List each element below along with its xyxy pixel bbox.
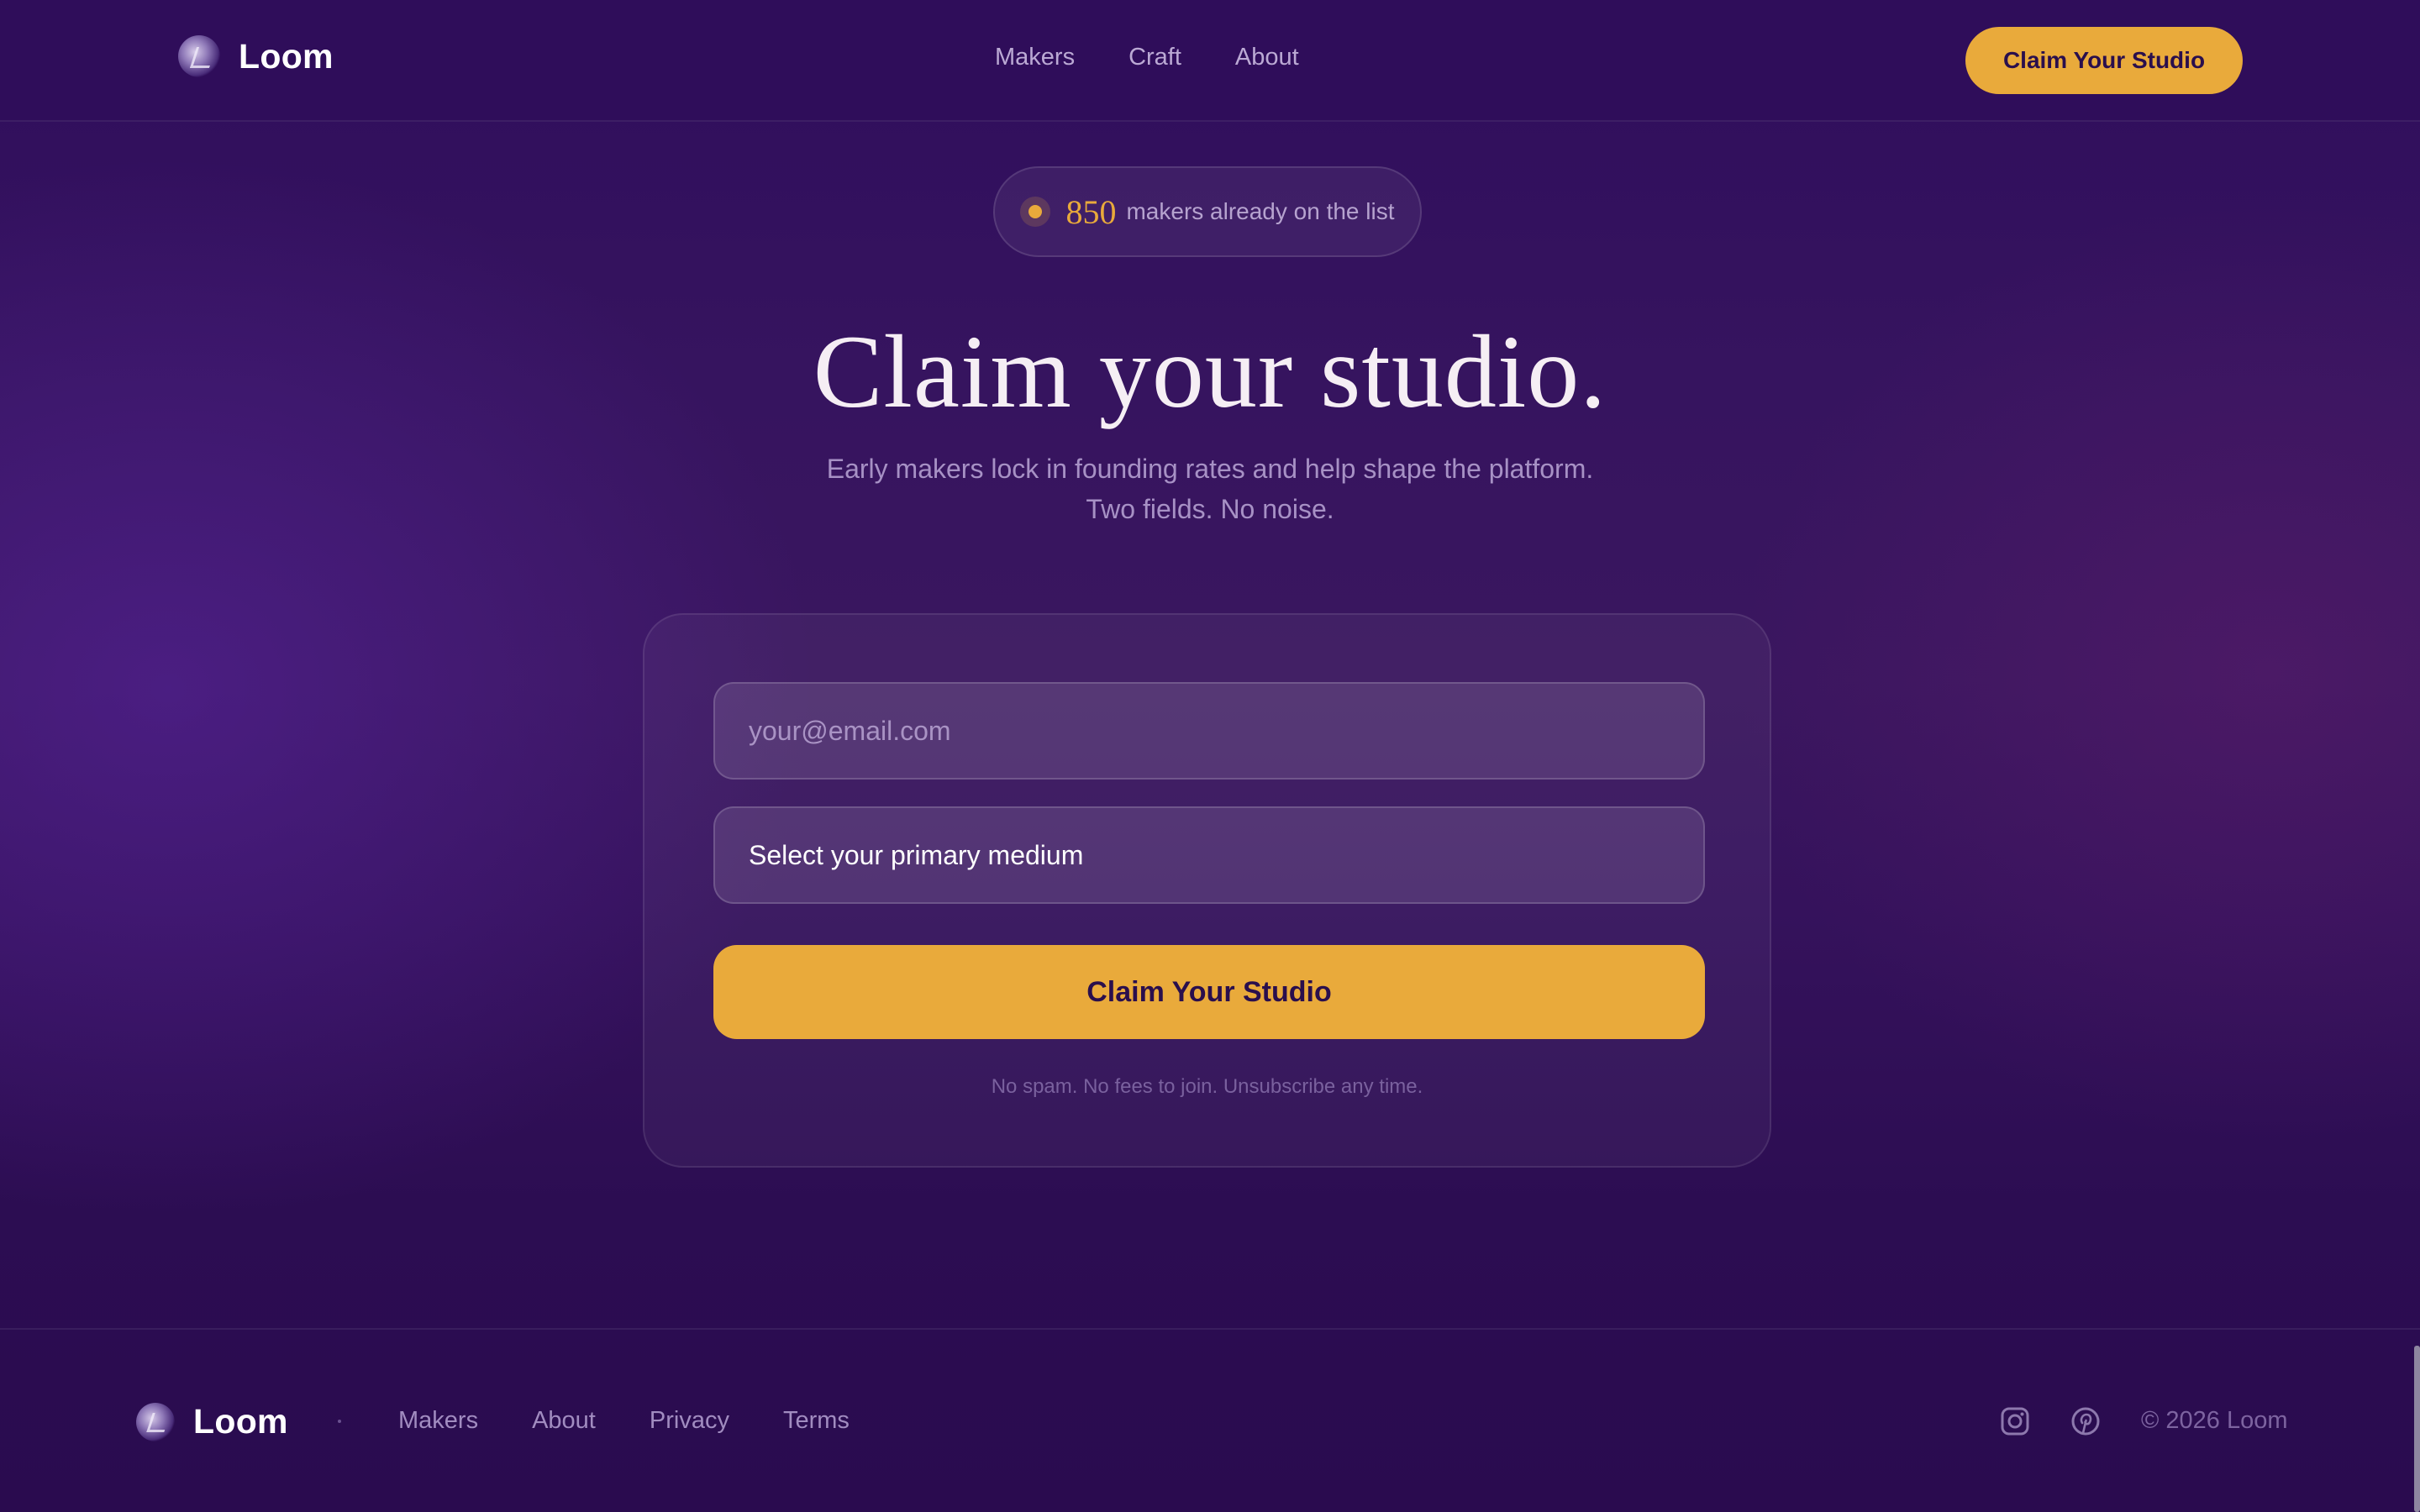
footer-link-privacy[interactable]: Privacy (650, 1407, 729, 1435)
claim-studio-submit-button[interactable]: Claim Your Studio (713, 945, 1705, 1039)
hero-subtitle-line2: Two fields. No noise. (1086, 494, 1334, 524)
site-footer: Loom Makers About Privacy Terms © 2026 L… (0, 1328, 2420, 1512)
site-header: Loom Makers Craft About Claim Your Studi… (0, 0, 2420, 122)
signup-form-card: Select your primary medium Claim Your St… (643, 613, 1771, 1168)
nav-link-craft[interactable]: Craft (1128, 44, 1181, 71)
footer-link-about[interactable]: About (532, 1407, 596, 1435)
footer-brand-name: Loom (193, 1402, 288, 1441)
brand-name: Loom (239, 36, 334, 76)
primary-medium-select[interactable]: Select your primary medium (713, 806, 1705, 904)
nav-link-makers[interactable]: Makers (995, 44, 1075, 71)
footer-separator-dot (338, 1420, 341, 1423)
footer-link-makers[interactable]: Makers (398, 1407, 478, 1435)
copyright-text: © 2026 Loom (2141, 1407, 2288, 1434)
waitlist-count-label: makers already on the list (1126, 198, 1395, 224)
footer-nav: Makers About Privacy Terms (398, 1407, 850, 1435)
waitlist-count: 850 (1065, 192, 1117, 231)
footer-link-terms[interactable]: Terms (783, 1407, 850, 1435)
form-fineprint: No spam. No fees to join. Unsubscribe an… (991, 1075, 1423, 1098)
email-field[interactable] (713, 682, 1705, 780)
nav-link-about[interactable]: About (1235, 44, 1299, 71)
footer-brand[interactable]: Loom (136, 1402, 288, 1441)
pinterest-icon[interactable] (2069, 1404, 2102, 1438)
scrollbar-thumb[interactable] (2414, 1346, 2420, 1512)
status-dot-icon (1020, 197, 1051, 227)
header-claim-studio-button[interactable]: Claim Your Studio (1965, 27, 2243, 94)
loom-logo-icon (178, 35, 220, 77)
primary-medium-select-label: Select your primary medium (749, 839, 1084, 870)
page-title: Claim your studio. (813, 314, 1607, 429)
waitlist-count-badge: 850 makers already on the list (993, 166, 1422, 257)
main-nav: Makers Craft About (995, 44, 1299, 71)
loom-logo-icon (136, 1402, 175, 1441)
instagram-icon[interactable] (1998, 1404, 2032, 1438)
header-brand[interactable]: Loom (178, 35, 334, 77)
hero-subtitle-line1: Early makers lock in founding rates and … (826, 454, 1594, 484)
